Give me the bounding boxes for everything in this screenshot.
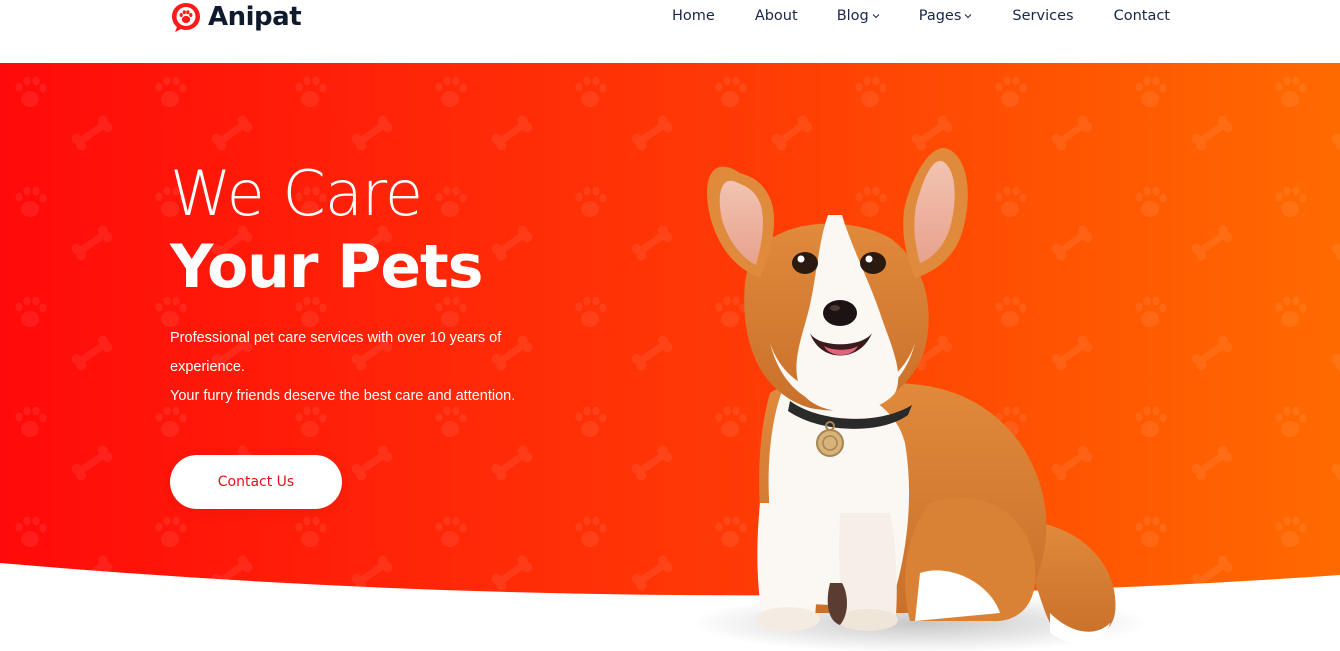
logo[interactable]: Anipat (170, 0, 302, 34)
nav-item-label: Services (1012, 8, 1074, 24)
paw-chat-icon (170, 1, 202, 33)
nav-item-about[interactable]: About (755, 8, 798, 24)
hero-title-light: We Care (170, 157, 423, 230)
chevron-down-icon (872, 14, 880, 19)
hero-description: Professional pet care services with over… (170, 324, 550, 411)
brand-name: Anipat (208, 2, 302, 32)
hero-description-line: experience. (170, 359, 245, 375)
chevron-down-icon (965, 14, 972, 19)
hero-section: We Care Your Pets Professional pet care … (0, 63, 1340, 651)
hero-description-line: Professional pet care services with over… (170, 330, 502, 346)
nav-item-services[interactable]: Services (1012, 8, 1073, 24)
nav-item-label: Blog (836, 8, 869, 24)
site-header: Anipat Home About Blog Pages Services Co… (0, 0, 1340, 63)
nav-item-label: Pages (918, 8, 962, 24)
contact-us-button[interactable]: Contact Us (170, 455, 342, 509)
hero-description-line: Your furry friends deserve the best care… (170, 388, 516, 404)
nav-item-label: About (754, 8, 798, 24)
corgi-puppy-illustration (690, 147, 1150, 651)
hero-title-bold: Your Pets (170, 232, 483, 302)
main-nav: Home About Blog Pages Services Contact (672, 8, 1170, 24)
nav-item-pages[interactable]: Pages (919, 8, 973, 24)
nav-item-blog[interactable]: Blog (837, 8, 880, 24)
nav-item-contact[interactable]: Contact (1114, 8, 1170, 24)
nav-item-label: Home (671, 8, 715, 24)
nav-item-label: Contact (1113, 8, 1170, 24)
nav-item-home[interactable]: Home (672, 8, 715, 24)
